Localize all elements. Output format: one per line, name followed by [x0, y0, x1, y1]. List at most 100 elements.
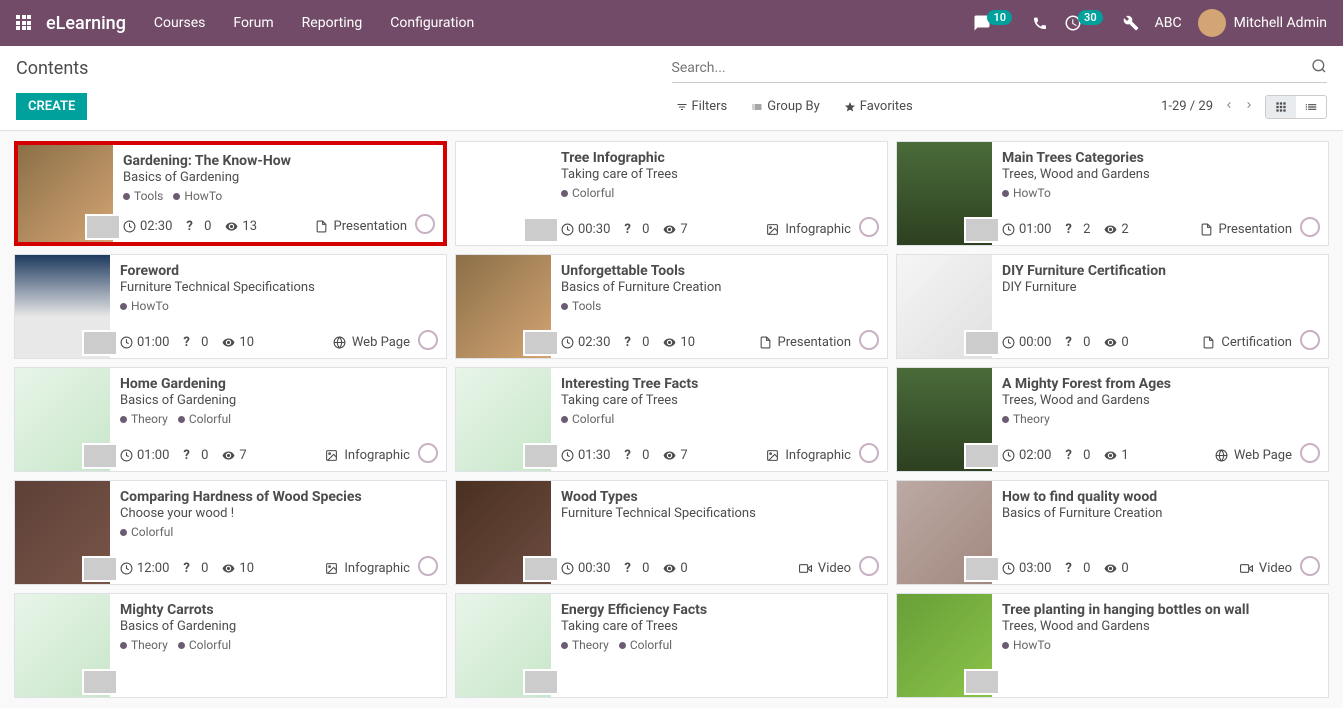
apps-icon[interactable] — [16, 15, 32, 31]
content-card[interactable]: DIY Furniture CertificationDIY Furniture… — [896, 254, 1329, 359]
card-thumbnail — [85, 214, 121, 240]
user-menu[interactable]: Mitchell Admin — [1198, 9, 1327, 37]
card-subtitle: Trees, Wood and Gardens — [1002, 393, 1318, 408]
card-subtitle: Trees, Wood and Gardens — [1002, 167, 1318, 182]
content-card[interactable]: Wood TypesFurniture Technical Specificat… — [455, 480, 888, 585]
status-indicator[interactable] — [1300, 443, 1320, 463]
duration: 01:00 — [120, 448, 169, 463]
kanban-view-button[interactable] — [1266, 96, 1296, 118]
filters-button[interactable]: Filters — [676, 95, 728, 119]
list-view-button[interactable] — [1296, 96, 1326, 118]
status-indicator[interactable] — [418, 556, 438, 576]
card-subtitle: Basics of Gardening — [120, 619, 436, 634]
status-indicator[interactable] — [418, 330, 438, 350]
card-subtitle: Choose your wood ! — [120, 506, 436, 521]
status-indicator[interactable] — [859, 556, 879, 576]
status-indicator[interactable] — [859, 330, 879, 350]
card-title: Unforgettable Tools — [561, 263, 877, 279]
content-card[interactable]: Interesting Tree FactsTaking care of Tre… — [455, 367, 888, 472]
status-indicator[interactable] — [418, 443, 438, 463]
questions: ? 0 — [183, 335, 208, 350]
card-subtitle: Basics of Furniture Creation — [1002, 506, 1318, 521]
card-title: A Mighty Forest from Ages — [1002, 376, 1318, 392]
questions: ? 0 — [624, 448, 649, 463]
card-title: Home Gardening — [120, 376, 436, 392]
content-card[interactable]: How to find quality woodBasics of Furnit… — [896, 480, 1329, 585]
status-indicator[interactable] — [859, 217, 879, 237]
nav-item-configuration[interactable]: Configuration — [390, 15, 474, 31]
content-card[interactable]: Comparing Hardness of Wood SpeciesChoose… — [14, 480, 447, 585]
groupby-button[interactable]: Group By — [751, 95, 820, 119]
content-card[interactable]: Tree planting in hanging bottles on wall… — [896, 593, 1329, 698]
messaging-icon[interactable]: 10 — [973, 14, 1016, 32]
card-title: Mighty Carrots — [120, 602, 436, 618]
nav-item-courses[interactable]: Courses — [154, 15, 205, 31]
content-type: Infographic — [325, 448, 410, 463]
status-indicator[interactable] — [415, 214, 435, 234]
card-tag: Colorful — [178, 412, 231, 426]
card-thumbnail — [523, 443, 559, 469]
views: 7 — [663, 222, 687, 237]
pager-prev[interactable] — [1223, 99, 1235, 115]
card-thumbnail — [964, 443, 1000, 469]
favorites-button[interactable]: Favorites — [844, 95, 913, 119]
content-type: Certification — [1202, 335, 1292, 350]
kanban-view: Gardening: The Know-HowBasics of Gardeni… — [0, 131, 1343, 708]
search-icon[interactable] — [1311, 58, 1327, 78]
nav-item-forum[interactable]: Forum — [233, 15, 273, 31]
card-image — [15, 368, 110, 471]
phone-icon[interactable] — [1032, 15, 1048, 31]
card-title: Foreword — [120, 263, 436, 279]
card-thumbnail — [523, 556, 559, 582]
content-type: Infographic — [325, 561, 410, 576]
tools-icon[interactable] — [1123, 15, 1139, 31]
views: 7 — [222, 448, 246, 463]
content-card[interactable]: Energy Efficiency FactsTaking care of Tr… — [455, 593, 888, 698]
card-subtitle: Taking care of Trees — [561, 167, 877, 182]
content-card[interactable]: ForewordFurniture Technical Specificatio… — [14, 254, 447, 359]
status-indicator[interactable] — [1300, 330, 1320, 350]
content-card[interactable]: Unforgettable ToolsBasics of Furniture C… — [455, 254, 888, 359]
pager-count: 1-29 / 29 — [1161, 99, 1213, 114]
content-card[interactable]: Tree InfographicTaking care of TreesColo… — [455, 141, 888, 246]
duration: 00:30 — [561, 222, 610, 237]
content-card[interactable]: Gardening: The Know-HowBasics of Gardeni… — [14, 141, 447, 246]
card-title: Main Trees Categories — [1002, 150, 1318, 166]
status-indicator[interactable] — [1300, 556, 1320, 576]
questions: ? 0 — [624, 222, 649, 237]
card-title: Tree planting in hanging bottles on wall — [1002, 602, 1318, 618]
create-button[interactable]: CREATE — [16, 93, 87, 120]
card-title: Interesting Tree Facts — [561, 376, 877, 392]
card-thumbnail — [964, 217, 1000, 243]
content-card[interactable]: Home GardeningBasics of GardeningTheoryC… — [14, 367, 447, 472]
card-image — [15, 481, 110, 584]
views: 10 — [663, 335, 695, 350]
duration: 00:00 — [1002, 335, 1051, 350]
company-name[interactable]: ABC — [1155, 15, 1182, 31]
activity-icon[interactable]: 30 — [1064, 14, 1107, 32]
duration: 01:00 — [1002, 222, 1051, 237]
chat-badge: 10 — [987, 10, 1012, 25]
card-tag: Colorful — [561, 412, 614, 426]
content-card[interactable]: A Mighty Forest from AgesTrees, Wood and… — [896, 367, 1329, 472]
card-tag: HowTo — [120, 299, 169, 313]
content-card[interactable]: Mighty CarrotsBasics of GardeningTheoryC… — [14, 593, 447, 698]
nav-item-reporting[interactable]: Reporting — [302, 15, 363, 31]
search-input[interactable] — [672, 60, 1312, 76]
questions: ? 0 — [183, 448, 208, 463]
card-title: Tree Infographic — [561, 150, 877, 166]
questions: ? 0 — [186, 219, 211, 234]
content-card[interactable]: Main Trees CategoriesTrees, Wood and Gar… — [896, 141, 1329, 246]
card-tag: Theory — [120, 638, 168, 652]
activity-badge: 30 — [1078, 10, 1103, 25]
pager-next[interactable] — [1243, 99, 1255, 115]
brand[interactable]: eLearning — [46, 13, 126, 34]
status-indicator[interactable] — [1300, 217, 1320, 237]
duration: 02:00 — [1002, 448, 1051, 463]
content-type: Infographic — [766, 222, 851, 237]
status-indicator[interactable] — [859, 443, 879, 463]
card-subtitle: Taking care of Trees — [561, 393, 877, 408]
questions: ? 2 — [1065, 222, 1090, 237]
card-image — [456, 594, 551, 697]
card-subtitle: Furniture Technical Specifications — [120, 280, 436, 295]
